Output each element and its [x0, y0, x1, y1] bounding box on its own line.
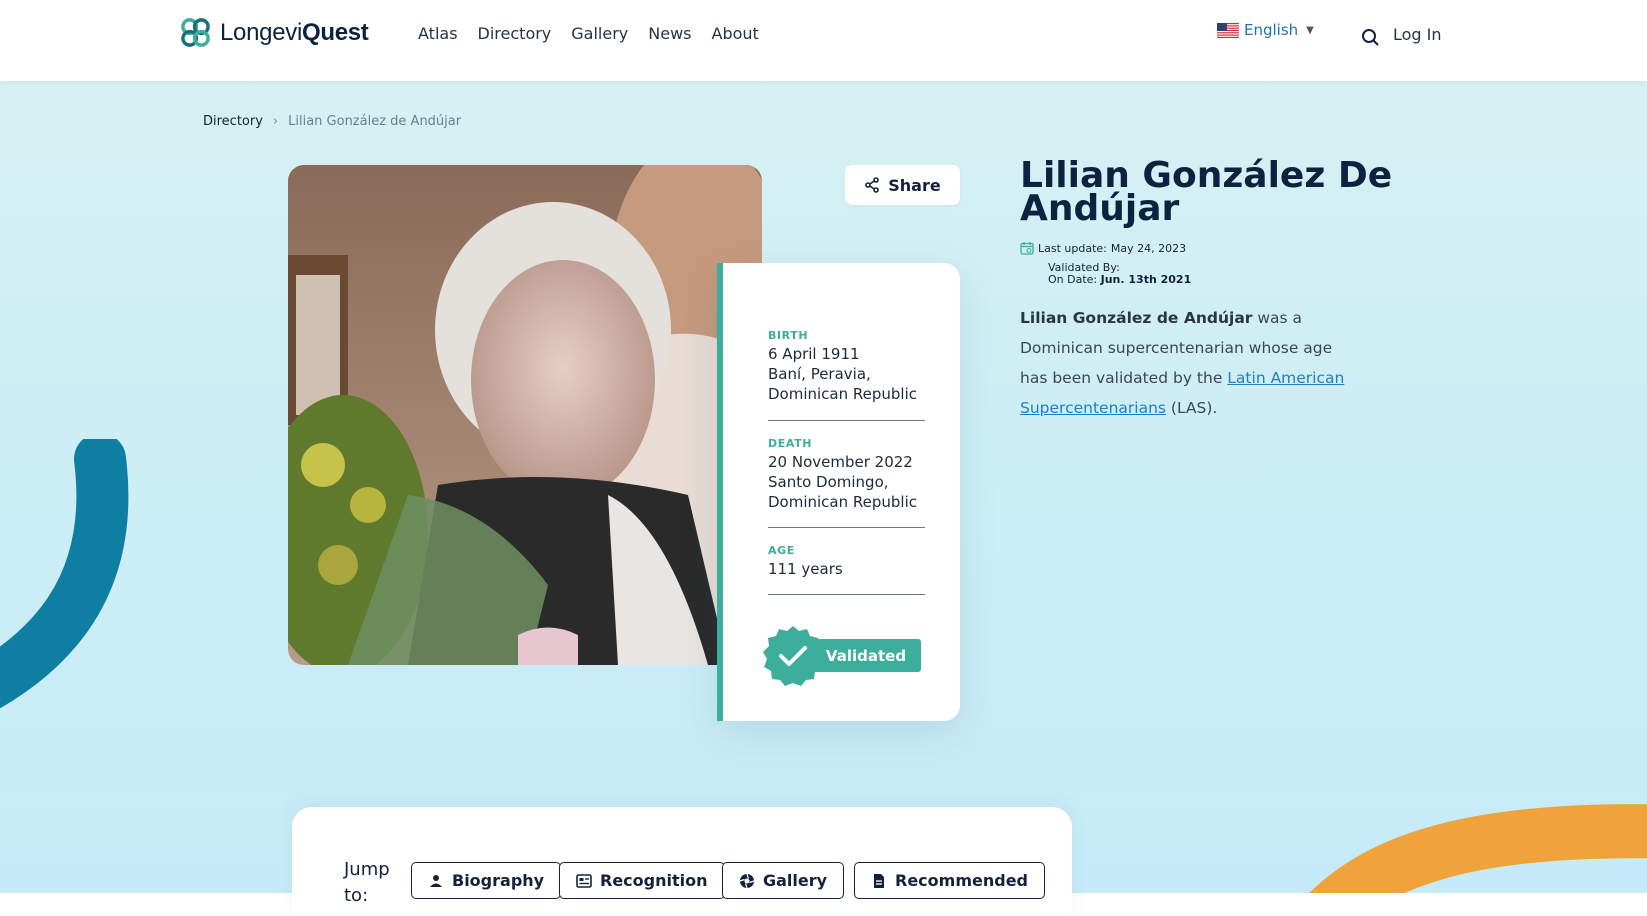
share-label: Share	[888, 175, 941, 195]
decorative-arc	[0, 439, 129, 709]
jump-label: Jump to:	[344, 859, 390, 906]
vital-info-card: BIRTH 6 April 1911 Baní, Peravia, Domini…	[717, 263, 960, 721]
description-name: Lilian González de Andújar	[1020, 309, 1253, 327]
breadcrumb: Directory › Lilian González de Andújar	[203, 114, 461, 129]
divider	[768, 420, 925, 421]
last-update-date: May 24, 2023	[1110, 241, 1187, 255]
jump-recognition-button[interactable]: Recognition	[559, 862, 725, 899]
birth-section: BIRTH 6 April 1911 Baní, Peravia, Domini…	[768, 329, 925, 404]
logo-text: LongeviQuest	[220, 18, 369, 46]
birth-date: 6 April 1911	[768, 345, 860, 363]
us-flag-icon	[1217, 22, 1239, 38]
document-icon	[874, 873, 884, 888]
jump-to-bar: Jump to: Biography Recognition Gallery R…	[292, 807, 1072, 916]
calendar-icon	[1020, 242, 1034, 255]
divider	[768, 594, 925, 595]
language-selector[interactable]: English ▼	[1217, 21, 1314, 39]
age-label: AGE	[768, 544, 795, 557]
portrait-photo	[288, 165, 762, 665]
person-name: Lilian González De Andújar	[1020, 155, 1393, 229]
search-icon[interactable]	[1361, 28, 1379, 46]
profile-hero: Directory › Lilian González de Andújar S…	[0, 81, 1647, 893]
death-place: Santo Domingo, Dominican Republic	[768, 473, 918, 511]
language-label: English	[1244, 21, 1299, 39]
validation-info: Validated By: On Date: Jun. 13th 2021	[1048, 262, 1191, 286]
death-section: DEATH 20 November 2022 Santo Domingo, Do…	[768, 437, 925, 512]
last-update-label: Last update:	[1038, 241, 1107, 255]
death-label: DEATH	[768, 437, 813, 450]
jump-biography-button[interactable]: Biography	[411, 862, 562, 899]
nav-gallery[interactable]: Gallery	[571, 24, 628, 43]
check-seal-icon	[763, 626, 823, 686]
breadcrumb-directory[interactable]: Directory	[203, 114, 263, 129]
birth-place: Baní, Peravia, Dominican Republic	[768, 365, 918, 403]
share-icon	[865, 177, 880, 193]
person-icon	[430, 874, 442, 887]
jump-recommended-button[interactable]: Recommended	[854, 862, 1045, 899]
age-value: 111 years	[768, 560, 843, 578]
on-date-label: On Date:	[1048, 273, 1098, 286]
death-date: 20 November 2022	[768, 453, 913, 471]
logo[interactable]: LongeviQuest	[179, 16, 369, 49]
profile-description: Lilian González de Andújar was a Dominic…	[1020, 309, 1345, 417]
jump-gallery-button[interactable]: Gallery	[722, 862, 845, 899]
decorative-arc	[1309, 804, 1647, 893]
divider	[768, 527, 925, 528]
nav-news[interactable]: News	[648, 24, 691, 43]
breadcrumb-current: Lilian González de Andújar	[288, 114, 462, 129]
site-header: LongeviQuest Atlas Directory Gallery New…	[0, 0, 1647, 81]
validated-badge: Validated	[761, 624, 931, 688]
on-date-value: Jun. 13th 2021	[1100, 273, 1192, 286]
aperture-icon	[739, 873, 755, 888]
share-button[interactable]: Share	[845, 165, 960, 205]
caret-down-icon: ▼	[1306, 24, 1314, 36]
chevron-right-icon: ›	[272, 114, 279, 129]
nav-atlas[interactable]: Atlas	[418, 24, 458, 43]
birth-label: BIRTH	[768, 329, 809, 342]
logo-icon	[181, 18, 210, 47]
update-meta: Last update: May 24, 2023 Validated By: …	[1020, 241, 1191, 286]
main-nav: Atlas Directory Gallery News About	[418, 24, 759, 43]
certificate-icon	[576, 873, 592, 888]
nav-directory[interactable]: Directory	[478, 24, 552, 43]
login-link[interactable]: Log In	[1393, 25, 1442, 44]
nav-about[interactable]: About	[712, 24, 759, 43]
age-section: AGE 111 years	[768, 544, 925, 579]
